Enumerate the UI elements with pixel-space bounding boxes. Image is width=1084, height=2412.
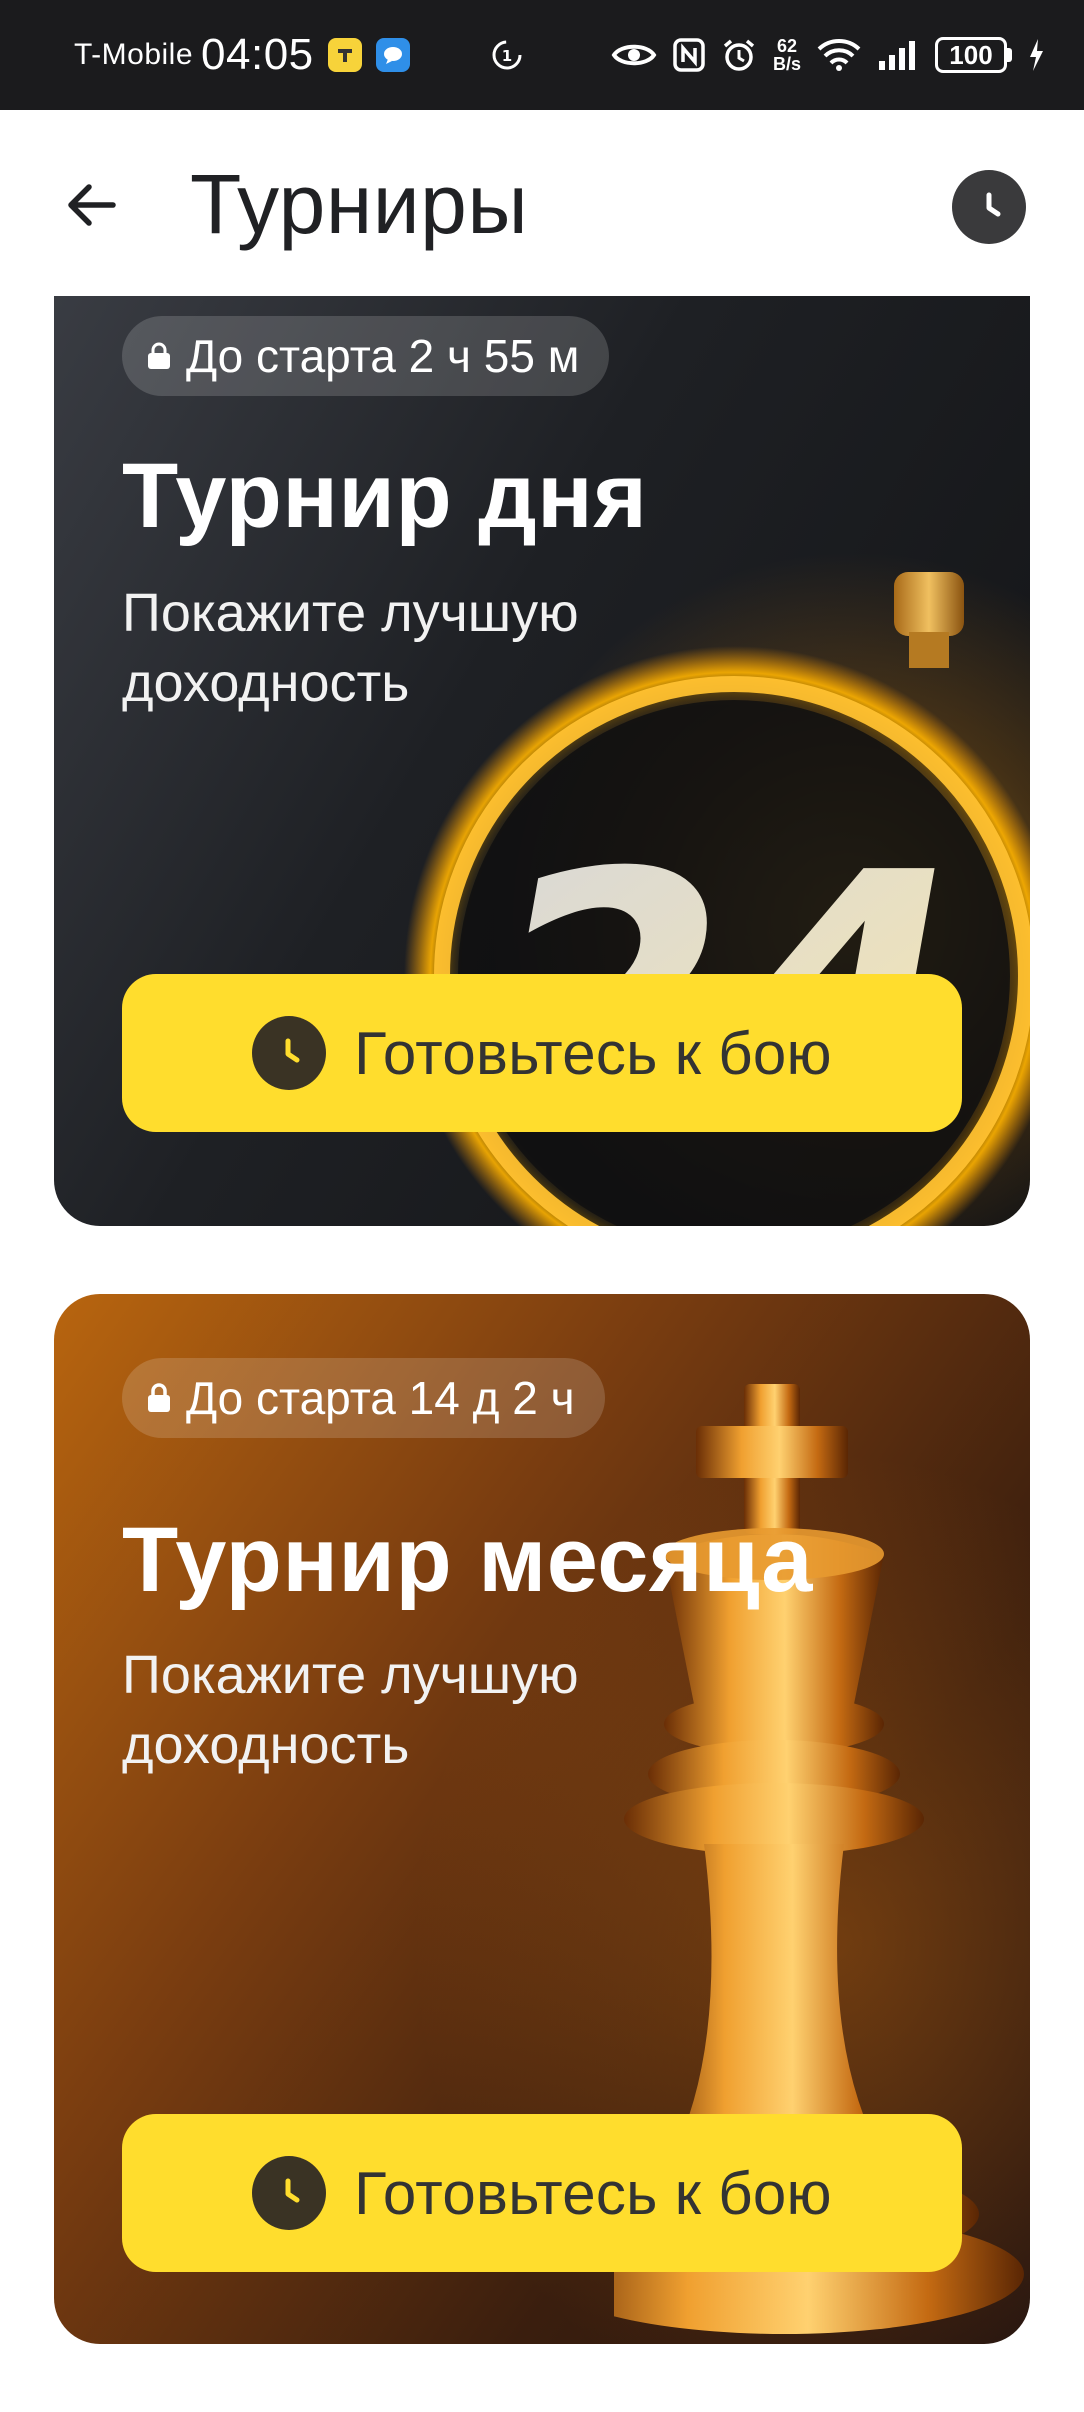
- nfc-icon: [673, 38, 705, 72]
- countdown-text: До старта 14 д 2 ч: [186, 1372, 575, 1424]
- status-time: 04:05: [201, 30, 314, 79]
- clock-icon: [252, 2156, 327, 2230]
- clock-icon: [252, 1016, 327, 1090]
- alarm-icon: [721, 37, 757, 73]
- tournament-list[interactable]: 24 До старта 2 ч 55 м Турнир дня Покажит…: [0, 296, 1084, 2412]
- countdown-text: До старта 2 ч 55 м: [186, 330, 580, 382]
- tournament-title: Турнир месяца: [122, 1509, 813, 1611]
- sync-icon: 1: [490, 38, 524, 72]
- countdown-badge: До старта 14 д 2 ч: [122, 1358, 605, 1438]
- tbank-app-icon: [327, 38, 362, 72]
- tournament-card-month[interactable]: До старта 14 д 2 ч Турнир месяца Покажит…: [54, 1294, 1030, 2344]
- clock-icon: [986, 192, 1001, 217]
- carrier-name: T-Mobile: [74, 38, 194, 71]
- tournament-card-day[interactable]: 24 До старта 2 ч 55 м Турнир дня Покажит…: [54, 296, 1030, 1226]
- svg-text:1: 1: [501, 47, 511, 65]
- prepare-button-label: Готовьтесь к бою: [354, 1019, 832, 1087]
- tournament-title: Турнир дня: [122, 445, 648, 547]
- prepare-button[interactable]: Готовьтесь к бою: [122, 2114, 962, 2272]
- signal-icon: [877, 39, 919, 71]
- battery-indicator: 100: [935, 37, 1012, 73]
- status-bar: T-Mobile 04:05 1 62 B/s 100: [0, 0, 1084, 110]
- lock-icon: [148, 342, 170, 369]
- prepare-button[interactable]: Готовьтесь к бою: [122, 974, 962, 1132]
- tournament-subtitle: Покажите лучшую доходность: [122, 1645, 579, 1775]
- lock-icon: [148, 1383, 170, 1412]
- messages-app-icon: [375, 38, 410, 72]
- charging-icon: [1028, 38, 1044, 72]
- app-bar: Турниры: [0, 110, 1084, 296]
- eye-icon: [611, 40, 657, 70]
- tournament-subtitle: Покажите лучшую доходность: [122, 583, 579, 713]
- wifi-icon: [817, 38, 861, 72]
- back-button[interactable]: [60, 174, 122, 236]
- arrow-left-icon: [68, 184, 116, 226]
- prepare-button-label: Готовьтесь к бою: [354, 2159, 832, 2227]
- page-title: Турниры: [190, 157, 529, 251]
- countdown-badge: До старта 2 ч 55 м: [122, 316, 610, 396]
- network-speed: 62 B/s: [772, 36, 801, 74]
- history-button[interactable]: [952, 170, 1026, 244]
